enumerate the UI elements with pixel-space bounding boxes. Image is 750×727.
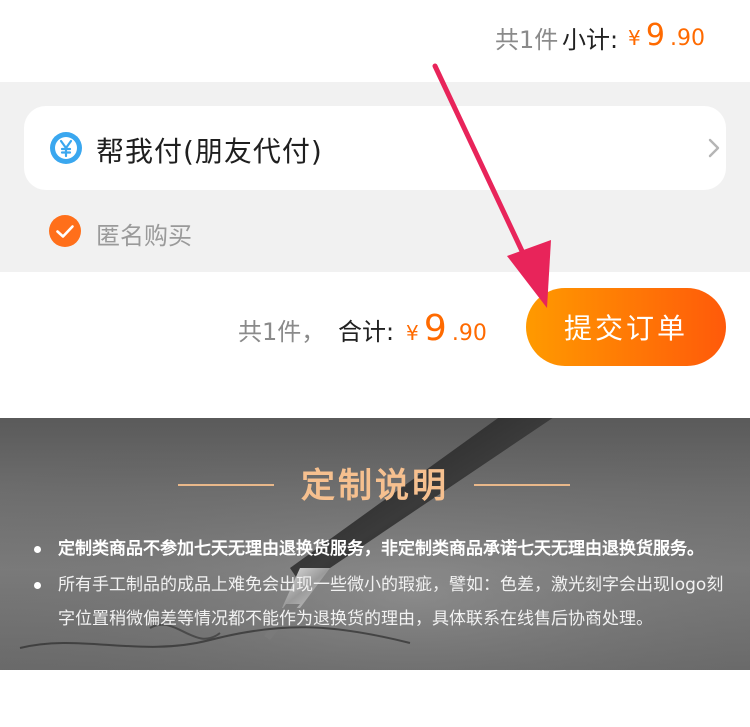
bottom-spacer [0, 670, 750, 727]
subtotal-price-int: 9 [645, 18, 665, 53]
total-count: 共1件， [238, 318, 326, 346]
anonymous-purchase-label: 匿名购买 [96, 222, 192, 250]
subtotal-count: 共1件 [495, 26, 559, 54]
friend-pay-option[interactable]: 帮我付(朋友代付) [24, 106, 726, 190]
friend-pay-label: 帮我付(朋友代付) [96, 135, 323, 168]
total-currency: ¥ [406, 321, 419, 345]
yen-coin-icon [50, 132, 82, 164]
total-price-dec: .90 [451, 321, 487, 346]
submit-bar: 共1件， 合计: ¥ 9 .90 提交订单 [0, 272, 750, 418]
subtotal-price-dec: .90 [670, 26, 706, 51]
checked-circle-icon[interactable] [48, 214, 82, 248]
custom-notice-banner: 定制说明 定制类商品不参加七天无理由退换货服务，非定制类商品承诺七天无理由退换货… [0, 418, 750, 670]
subtotal-currency: ¥ [628, 26, 641, 50]
subtotal-label: 小计: [562, 26, 619, 54]
subtotal-row: 共1件 小计: ¥ 9 .90 [0, 0, 750, 82]
custom-notice-rule: 定制类商品不参加七天无理由退换货服务，非定制类商品承诺七天无理由退换货服务。 [28, 532, 740, 566]
total-price-int: 9 [423, 308, 447, 349]
chevron-right-icon [708, 138, 720, 158]
custom-notice-title: 定制说明 [301, 466, 449, 506]
submit-order-button[interactable]: 提交订单 [526, 288, 726, 366]
custom-notice-list: 定制类商品不参加七天无理由退换货服务，非定制类商品承诺七天无理由退换货服务。 所… [28, 532, 740, 636]
total-price: ¥ 9 .90 [406, 308, 487, 349]
custom-notice-rule: 所有手工制品的成品上难免会出现一些微小的瑕疵，譬如：色差，激光刻字会出现logo… [28, 568, 740, 636]
subtotal-price: ¥ 9 .90 [628, 18, 705, 53]
total-label: 合计: [338, 318, 395, 346]
title-divider-right [474, 484, 570, 486]
options-area: 帮我付(朋友代付) 匿名购买 [0, 82, 750, 272]
